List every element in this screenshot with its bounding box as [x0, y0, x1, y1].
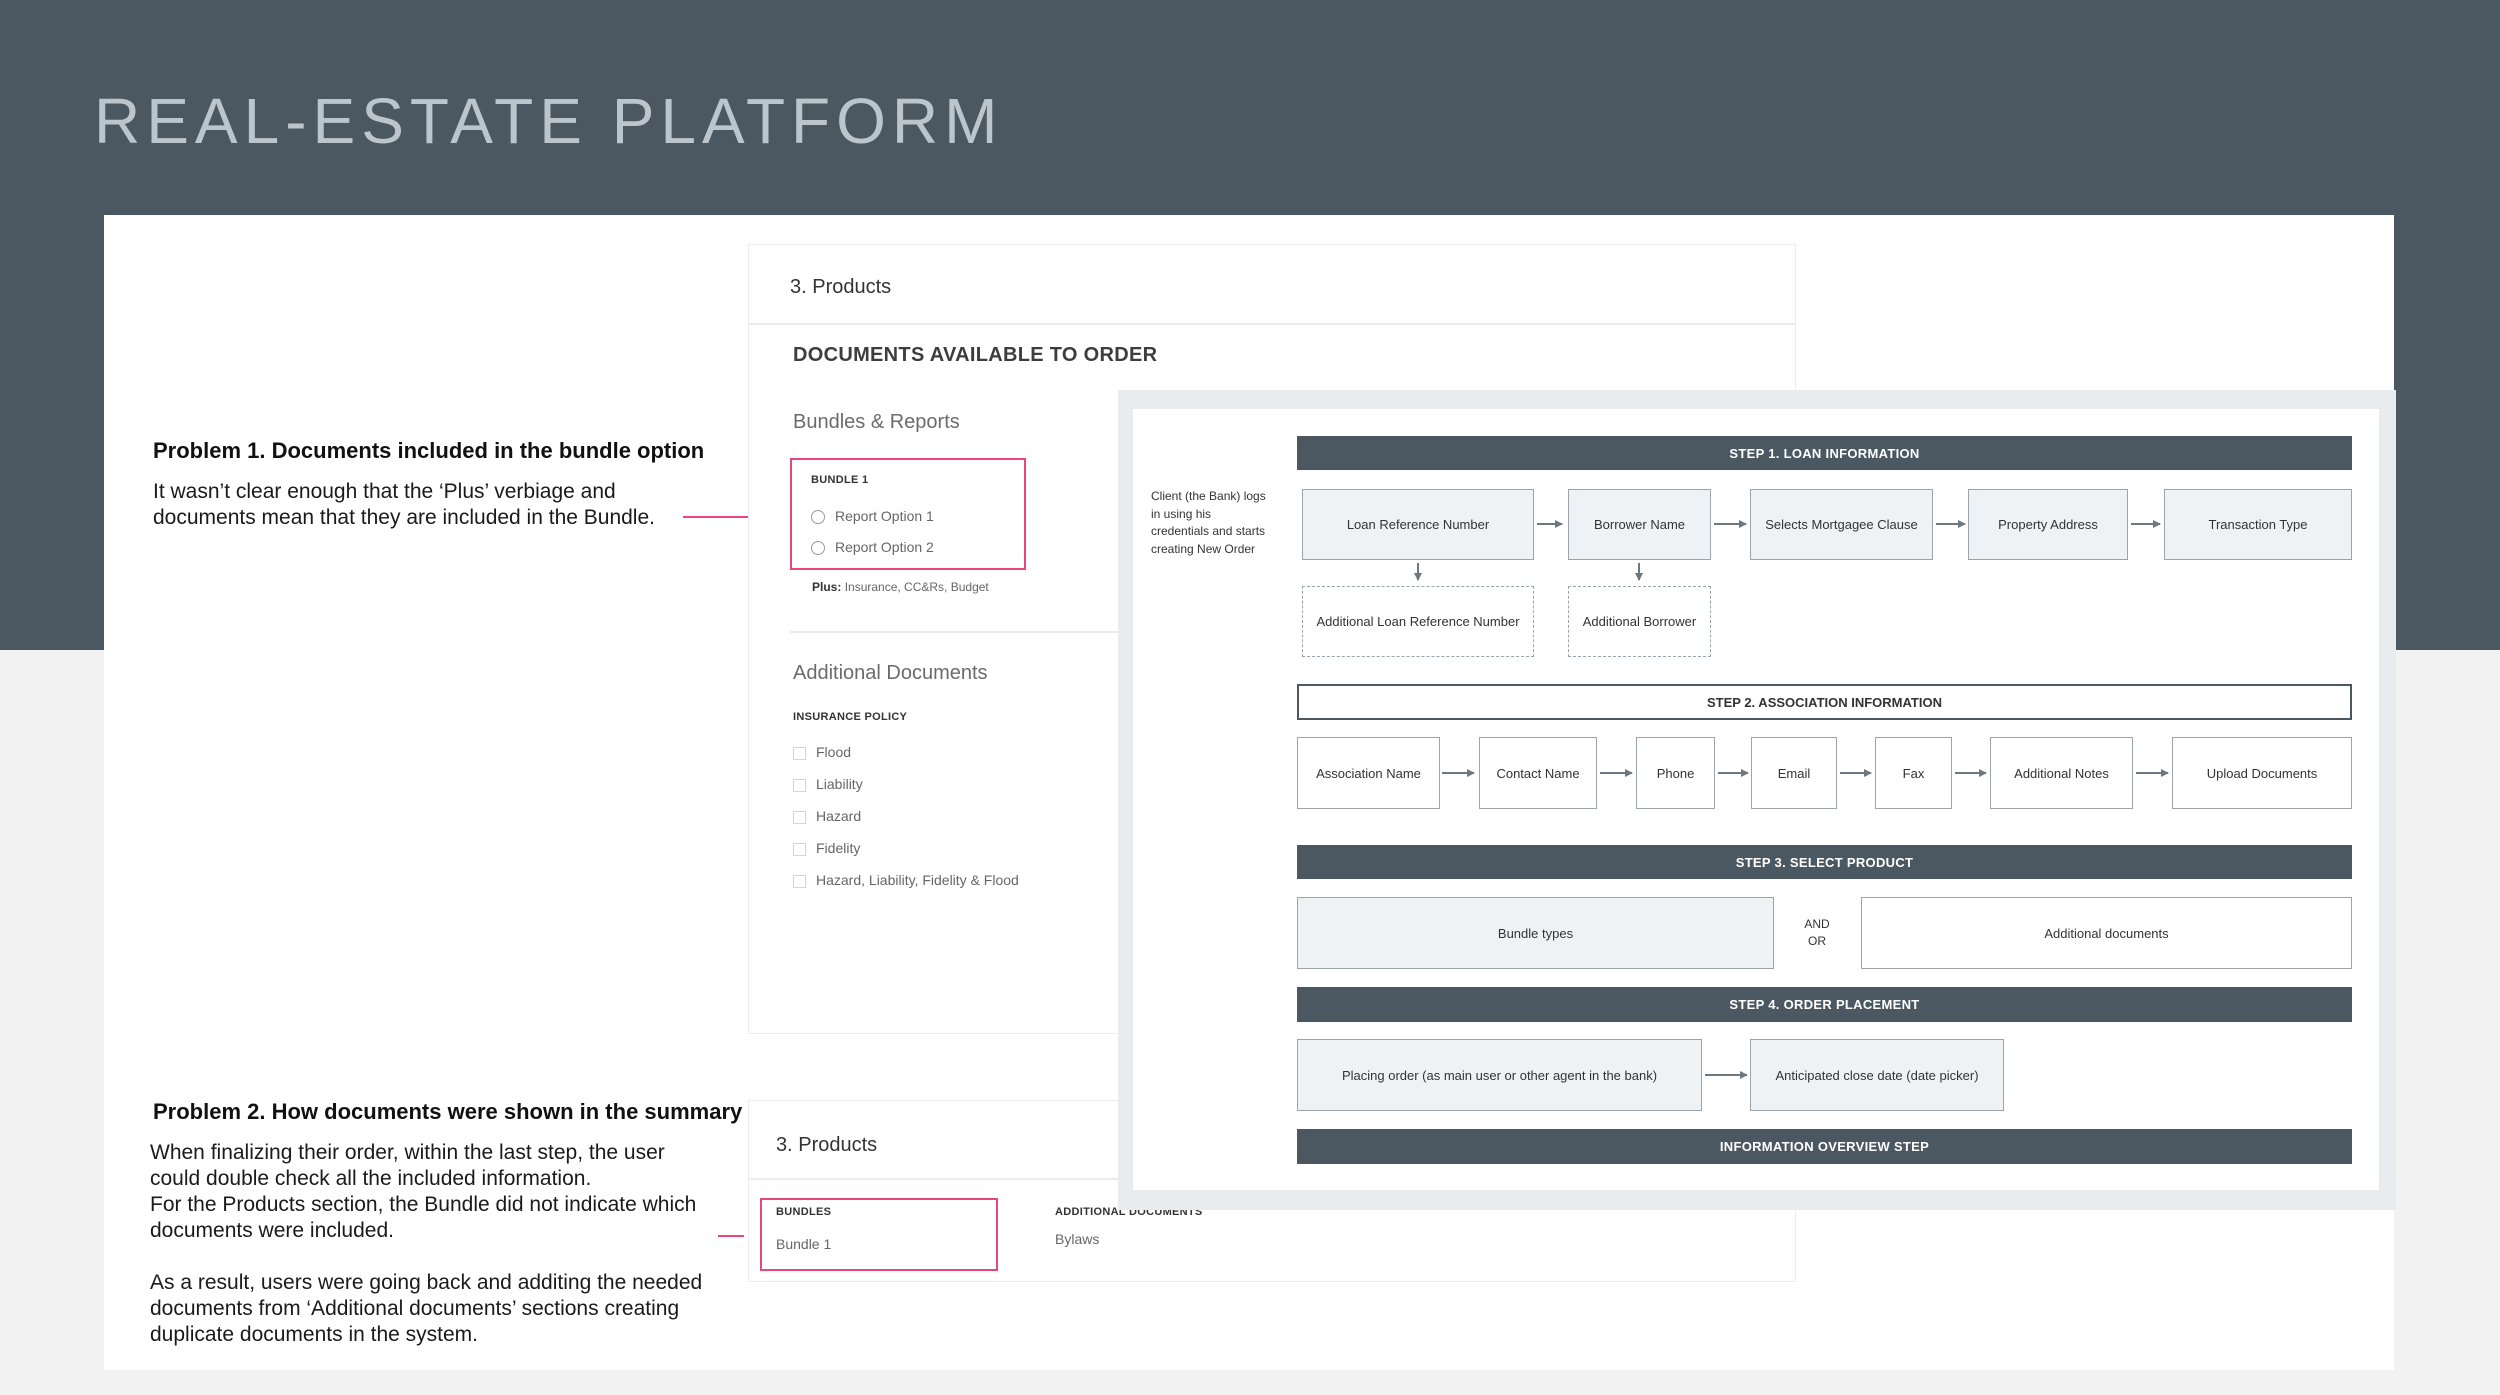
client-note: Client (the Bank) logs in using his cred… — [1151, 489, 1266, 556]
and-or-label: AND OR — [1790, 916, 1844, 950]
node-fax: Fax — [1875, 737, 1952, 809]
node-transaction-type: Transaction Type — [2164, 489, 2352, 560]
node-email: Email — [1751, 737, 1837, 809]
node-borrower-name: Borrower Name — [1568, 489, 1711, 560]
node-additional-notes: Additional Notes — [1990, 737, 2133, 809]
step-3-header: STEP 3. SELECT PRODUCT — [1297, 845, 2352, 879]
node-bundle-types: Bundle types — [1297, 897, 1774, 969]
node-additional-loan-reference: Additional Loan Reference Number — [1302, 586, 1534, 657]
node-anticipated-close-date: Anticipated close date (date picker) — [1750, 1039, 2004, 1111]
overview-step-header: INFORMATION OVERVIEW STEP — [1297, 1129, 2352, 1164]
node-contact-name: Contact Name — [1479, 737, 1597, 809]
node-placing-order: Placing order (as main user or other age… — [1297, 1039, 1702, 1111]
node-association-name: Association Name — [1297, 737, 1440, 809]
step-2-header: STEP 2. ASSOCIATION INFORMATION — [1297, 684, 2352, 720]
step-4-header: STEP 4. ORDER PLACEMENT — [1297, 987, 2352, 1022]
and-label: AND — [1804, 917, 1830, 931]
node-loan-reference-number: Loan Reference Number — [1302, 489, 1534, 560]
node-property-address: Property Address — [1968, 489, 2128, 560]
node-additional-borrower: Additional Borrower — [1568, 586, 1711, 657]
node-upload-documents: Upload Documents — [2172, 737, 2352, 809]
node-additional-documents: Additional documents — [1861, 897, 2352, 969]
node-mortgagee-clause: Selects Mortgagee Clause — [1750, 489, 1933, 560]
or-label: OR — [1808, 934, 1826, 948]
step-1-header: STEP 1. LOAN INFORMATION — [1297, 436, 2352, 470]
node-phone: Phone — [1636, 737, 1715, 809]
